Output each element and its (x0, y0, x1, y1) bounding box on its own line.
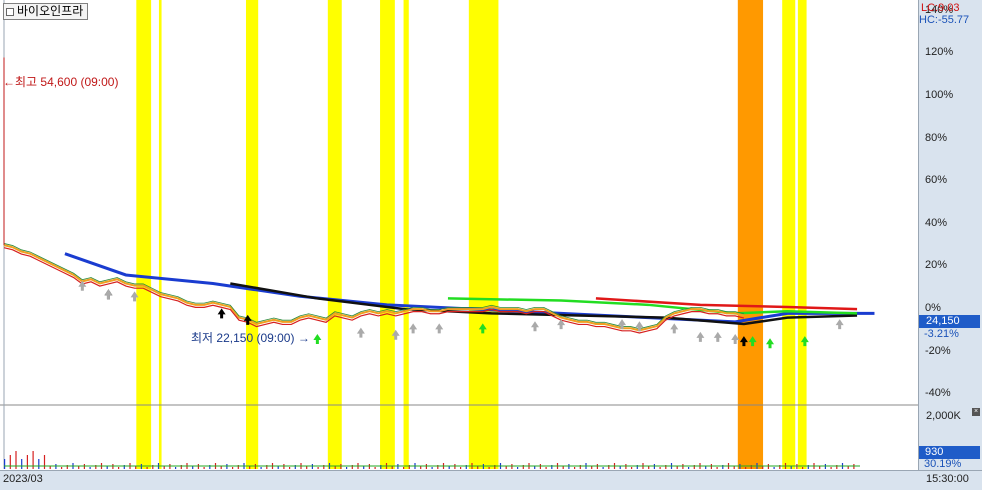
up-arrow-icon (530, 321, 539, 332)
close-icon[interactable]: × (972, 408, 980, 416)
volume-bar (460, 467, 462, 469)
stock-name-tab[interactable]: 바이오인프라 (3, 3, 89, 20)
volume-bar (830, 467, 832, 469)
highlight-band (380, 0, 395, 469)
current-price-badge: 24,150 (919, 315, 980, 328)
volume-bar (175, 467, 177, 469)
up-arrow-icon (713, 331, 722, 342)
volume-bar (403, 467, 405, 469)
up-arrow-icon (217, 308, 226, 319)
volume-bar (43, 455, 46, 469)
y-tick-label: 40% (925, 216, 948, 229)
y-tick-label: 80% (925, 131, 948, 144)
volume-bar (631, 467, 633, 469)
up-arrow-icon (313, 334, 322, 344)
y-tick-label: -20% (925, 344, 951, 357)
volume-bar (38, 459, 40, 469)
up-arrow-icon (356, 327, 365, 338)
volume-pct: 30.19% (924, 458, 962, 470)
up-arrow-icon (766, 338, 775, 349)
volume-bar (773, 467, 775, 469)
volume-bar (659, 467, 661, 469)
volume-bar (745, 467, 747, 469)
checkbox-icon[interactable] (6, 7, 14, 16)
time-axis (0, 470, 982, 490)
volume-bar (374, 467, 376, 469)
highlight-band (468, 0, 499, 469)
volume-bar (545, 467, 547, 469)
volume-bar (716, 467, 718, 469)
y-tick-label: 20% (925, 259, 948, 272)
volume-bar (89, 467, 91, 469)
highlight-band (245, 0, 259, 469)
date-label: 2023/03 (3, 473, 43, 485)
stock-name: 바이오인프라 (17, 4, 84, 18)
volume-bar (260, 467, 262, 469)
volume-bar (602, 467, 604, 469)
up-arrow-icon (435, 323, 444, 334)
arrow-left-icon: ← (3, 75, 15, 89)
volume-bar (488, 467, 490, 469)
volume-bar (431, 467, 433, 469)
y-tick-label: -40% (925, 387, 951, 400)
highlight-bands (136, 0, 807, 469)
highlight-band (327, 0, 342, 469)
highlight-band (136, 0, 152, 469)
volume-bar (9, 455, 11, 469)
volume-bar (289, 467, 291, 469)
volume-bar (802, 467, 804, 469)
y-tick-label: 60% (925, 174, 948, 187)
highlight-band (403, 0, 409, 469)
hc-indicator: HC:-55.77 (919, 14, 970, 26)
highlight-band (737, 0, 764, 469)
highlight-band (797, 0, 807, 469)
volume-bars (4, 451, 860, 469)
time-label: 15:30:00 (926, 473, 969, 485)
stock-chart[interactable]: 바이오인프라 140% 120% 100% 80% 60% 40% 20% 0% -20% -40… (0, 0, 982, 490)
price-line-red (3, 247, 745, 334)
up-arrow-icon (696, 331, 705, 342)
volume-bar (574, 467, 576, 469)
y-tick-label: 0% (925, 302, 941, 315)
volume-bar (517, 467, 519, 469)
y-tick-label: 120% (925, 46, 954, 59)
volume-bar (4, 459, 6, 469)
high-annotation: ←최고 54,600 (09:00) (3, 75, 119, 89)
volume-bar (317, 467, 319, 469)
lc-indicator: LC:9.03 (921, 2, 960, 14)
volume-bar (203, 467, 205, 469)
up-arrow-icon (835, 319, 844, 330)
volume-bar (21, 459, 23, 469)
volume-bar (26, 455, 28, 469)
chart-svg (0, 0, 922, 469)
volume-bar (346, 467, 348, 469)
up-arrow-icon (409, 323, 418, 334)
current-price-pct: -3.21% (924, 328, 959, 340)
y-tick-label: 100% (925, 88, 954, 101)
price-series (3, 57, 745, 334)
highlight-band (158, 0, 162, 469)
low-annotation: 최저 22,150 (09:00) → (191, 331, 310, 345)
up-arrow-icon (670, 323, 679, 334)
volume-bar (61, 467, 63, 469)
highlight-band (782, 0, 796, 469)
volume-bar (118, 467, 120, 469)
volume-bar (146, 467, 148, 469)
arrow-right-icon: → (294, 331, 310, 345)
up-arrow-icon (104, 289, 113, 300)
volume-scale-label: 2,000K (926, 410, 961, 422)
volume-bar (688, 467, 690, 469)
volume-bar (232, 467, 234, 469)
